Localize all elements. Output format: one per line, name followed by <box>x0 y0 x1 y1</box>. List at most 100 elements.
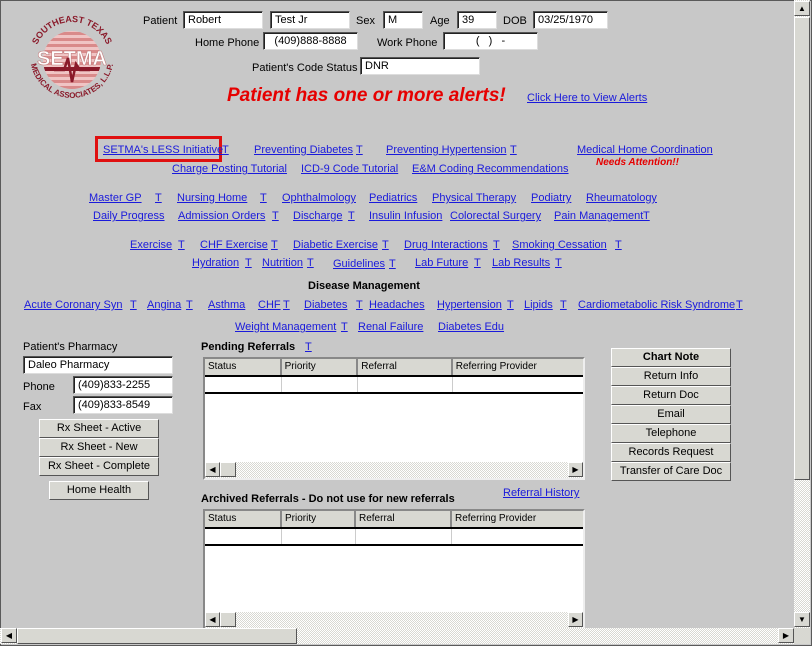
admission-orders-t-link[interactable]: T <box>272 210 279 222</box>
pain-management-link[interactable]: Pain Management <box>554 210 643 222</box>
smoking-cessation-t-link[interactable]: T <box>615 239 622 251</box>
preventing-hypertension-t-link[interactable]: T <box>510 144 517 156</box>
hypertension-t-link[interactable]: T <box>507 299 514 311</box>
pediatrics-link[interactable]: Pediatrics <box>369 192 417 204</box>
lipids-t-link[interactable]: T <box>560 299 567 311</box>
pending-horizontal-scrollbar[interactable]: ◀ ▶ <box>205 462 583 478</box>
charge-posting-link[interactable]: Charge Posting Tutorial <box>172 163 287 175</box>
vertical-scrollbar[interactable]: ▲ ▼ <box>794 0 810 628</box>
telephone-button[interactable]: Telephone <box>611 424 731 443</box>
discharge-link[interactable]: Discharge <box>293 210 343 222</box>
less-initiative-link[interactable]: SETMA's LESS Initiative <box>103 144 223 156</box>
lab-results-t-link[interactable]: T <box>555 257 562 269</box>
weight-management-link[interactable]: Weight Management <box>235 321 336 333</box>
column-referring-provider[interactable]: Referring Provider <box>452 359 583 375</box>
column-referral[interactable]: Referral <box>356 511 452 527</box>
lab-future-t-link[interactable]: T <box>474 257 481 269</box>
drug-interactions-t-link[interactable]: T <box>493 239 500 251</box>
podiatry-link[interactable]: Podiatry <box>531 192 571 204</box>
code-status-field[interactable]: DNR <box>360 57 480 75</box>
scroll-thumb[interactable] <box>220 462 236 477</box>
archived-horizontal-scrollbar[interactable]: ◀ ▶ <box>205 612 583 628</box>
view-alerts-link[interactable]: Click Here to View Alerts <box>527 92 647 104</box>
guidelines-t-link[interactable]: T <box>389 258 396 270</box>
medical-home-link[interactable]: Medical Home Coordination <box>577 144 713 156</box>
column-status[interactable]: Status <box>205 359 282 375</box>
dob-field[interactable]: 03/25/1970 <box>533 11 608 29</box>
pharmacy-name-field[interactable]: Daleo Pharmacy <box>23 356 173 374</box>
em-coding-link[interactable]: E&M Coding Recommendations <box>412 163 569 175</box>
nursing-home-t-link[interactable]: T <box>260 192 267 204</box>
table-row[interactable] <box>205 377 583 394</box>
weight-management-t-link[interactable]: T <box>341 321 348 333</box>
physical-therapy-link[interactable]: Physical Therapy <box>432 192 516 204</box>
chf-exercise-t-link[interactable]: T <box>271 239 278 251</box>
rheumatology-link[interactable]: Rheumatology <box>586 192 657 204</box>
diabetes-link[interactable]: Diabetes <box>304 299 347 311</box>
column-referral[interactable]: Referral <box>358 359 453 375</box>
pending-referrals-grid[interactable]: Status Priority Referral Referring Provi… <box>203 357 585 480</box>
referral-history-link[interactable]: Referral History <box>503 487 579 499</box>
scroll-up-icon[interactable]: ▲ <box>794 1 810 16</box>
diabetes-edu-link[interactable]: Diabetes Edu <box>438 321 504 333</box>
scroll-right-icon[interactable]: ▶ <box>778 628 794 643</box>
sex-field[interactable]: M <box>383 11 423 29</box>
drug-interactions-link[interactable]: Drug Interactions <box>404 239 488 251</box>
insulin-infusion-link[interactable]: Insulin Infusion <box>369 210 442 222</box>
preventing-diabetes-t-link[interactable]: T <box>356 144 363 156</box>
diabetic-exercise-link[interactable]: Diabetic Exercise <box>293 239 378 251</box>
column-referring-provider[interactable]: Referring Provider <box>452 511 583 527</box>
acute-coronary-t-link[interactable]: T <box>130 299 137 311</box>
scroll-thumb[interactable] <box>220 612 236 627</box>
hypertension-link[interactable]: Hypertension <box>437 299 502 311</box>
master-gp-link[interactable]: Master GP <box>89 192 142 204</box>
guidelines-link[interactable]: Guidelines <box>333 258 385 270</box>
discharge-t-link[interactable]: T <box>348 210 355 222</box>
home-phone-field[interactable]: (409)888-8888 <box>263 32 358 50</box>
table-row[interactable] <box>205 529 583 546</box>
lipids-link[interactable]: Lipids <box>524 299 553 311</box>
smoking-cessation-link[interactable]: Smoking Cessation <box>512 239 607 251</box>
headaches-link[interactable]: Headaches <box>369 299 425 311</box>
vertical-scroll-thumb[interactable] <box>794 17 810 480</box>
horizontal-scroll-thumb[interactable] <box>17 628 297 644</box>
chf-t-link[interactable]: T <box>283 299 290 311</box>
rx-sheet-active-button[interactable]: Rx Sheet - Active <box>39 419 159 438</box>
less-initiative-t-link[interactable]: T <box>222 144 229 156</box>
pending-referrals-t-link[interactable]: T <box>305 341 312 353</box>
column-priority[interactable]: Priority <box>281 359 359 375</box>
return-doc-button[interactable]: Return Doc <box>611 386 731 405</box>
angina-t-link[interactable]: T <box>186 299 193 311</box>
return-info-button[interactable]: Return Info <box>611 367 731 386</box>
scroll-right-icon[interactable]: ▶ <box>568 462 583 477</box>
acute-coronary-link[interactable]: Acute Coronary Syn <box>24 299 122 311</box>
exercise-t-link[interactable]: T <box>178 239 185 251</box>
last-name-field[interactable]: Test Jr <box>270 11 350 29</box>
lab-results-link[interactable]: Lab Results <box>492 257 550 269</box>
nutrition-t-link[interactable]: T <box>307 257 314 269</box>
exercise-link[interactable]: Exercise <box>130 239 172 251</box>
scroll-right-icon[interactable]: ▶ <box>568 612 583 627</box>
nutrition-link[interactable]: Nutrition <box>262 257 303 269</box>
diabetic-exercise-t-link[interactable]: T <box>382 239 389 251</box>
daily-progress-link[interactable]: Daily Progress <box>93 210 165 222</box>
pharmacy-phone-field[interactable]: (409)833-2255 <box>73 376 173 394</box>
icd9-tutorial-link[interactable]: ICD-9 Code Tutorial <box>301 163 398 175</box>
chf-exercise-link[interactable]: CHF Exercise <box>200 239 268 251</box>
cardiometabolic-link[interactable]: Cardiometabolic Risk Syndrome <box>578 299 735 311</box>
renal-failure-link[interactable]: Renal Failure <box>358 321 423 333</box>
chart-note-button[interactable]: Chart Note <box>611 348 731 367</box>
pharmacy-fax-field[interactable]: (409)833-8549 <box>73 396 173 414</box>
archived-referrals-grid[interactable]: Status Priority Referral Referring Provi… <box>203 509 585 630</box>
column-status[interactable]: Status <box>205 511 282 527</box>
home-health-button[interactable]: Home Health <box>49 481 149 500</box>
first-name-field[interactable]: Robert <box>183 11 263 29</box>
preventing-hypertension-link[interactable]: Preventing Hypertension <box>386 144 506 156</box>
scroll-left-icon[interactable]: ◀ <box>1 628 17 643</box>
rx-sheet-new-button[interactable]: Rx Sheet - New <box>39 438 159 457</box>
angina-link[interactable]: Angina <box>147 299 181 311</box>
preventing-diabetes-link[interactable]: Preventing Diabetes <box>254 144 353 156</box>
scroll-left-icon[interactable]: ◀ <box>205 462 220 477</box>
pain-management-t-link[interactable]: T <box>643 210 650 222</box>
rx-sheet-complete-button[interactable]: Rx Sheet - Complete <box>39 457 159 476</box>
